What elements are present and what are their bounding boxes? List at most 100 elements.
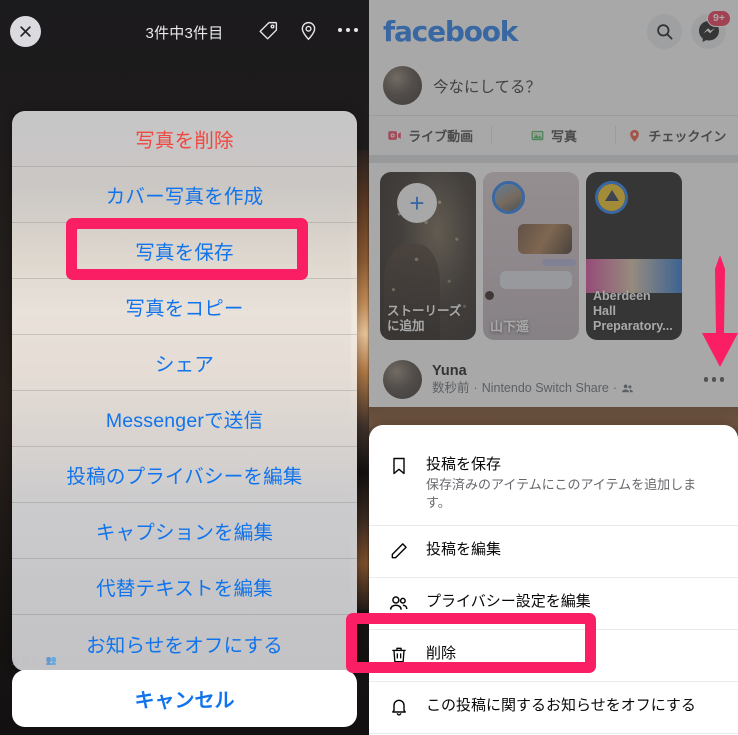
story-chat-avatar [485, 291, 494, 300]
story-chat-bubble [500, 271, 572, 289]
sheet-item-title: 投稿を編集 [426, 541, 502, 558]
feed-divider [369, 155, 738, 163]
screenshot-root: 3件中3件目 写真を削除 カバー写真を作成 写真を保存 写真をコピー シェア M… [0, 0, 738, 735]
action-sheet: 写真を削除 カバー写真を作成 写真を保存 写真をコピー シェア Messenge… [12, 111, 357, 671]
stories-carousel: + ストーリーズに追加 山下遥 Aberdeen Hall Preparator… [369, 163, 738, 351]
story-card[interactable]: 山下遥 [483, 172, 579, 340]
story-label: ストーリーズに追加 [387, 304, 462, 333]
composer-live-video-button[interactable]: ライブ動画 [369, 126, 491, 145]
sheet-item-edit-post[interactable]: 投稿を編集 [369, 526, 738, 578]
pencil-icon [387, 540, 410, 561]
arrow-down-icon [702, 255, 738, 367]
cancel-label: キャンセル [134, 690, 235, 712]
action-label: 写真を削除 [135, 130, 234, 152]
action-edit-alt-text[interactable]: 代替テキストを編集 [12, 559, 357, 615]
action-edit-caption[interactable]: キャプションを編集 [12, 503, 357, 559]
sheet-item-edit-privacy[interactable]: プライバシー設定を編集 [369, 578, 738, 630]
location-pin-icon[interactable] [295, 17, 321, 43]
action-label: キャプションを編集 [95, 522, 274, 544]
post-author-block: Yuna 数秒前 · Nintendo Switch Share · [432, 363, 634, 396]
sheet-item-save-post[interactable]: 投稿を保存 保存済みのアイテムにこのアイテムを追加します。 [369, 441, 738, 526]
sheet-item-subtitle: 保存済みのアイテムにこのアイテムを追加します。 [426, 477, 697, 510]
action-save-photo[interactable]: 写真を保存 [12, 223, 357, 279]
composer-placeholder: 今なにしてる？ [433, 78, 542, 96]
add-story-plus-icon: + [397, 183, 437, 223]
story-thumbnail-image [490, 224, 576, 314]
story-author-ring [595, 181, 628, 214]
search-button[interactable] [647, 13, 682, 49]
live-video-icon [388, 131, 401, 140]
action-label: お知らせをオフにする [86, 634, 283, 657]
cancel-button[interactable]: キャンセル [12, 670, 357, 727]
more-dots-icon[interactable] [335, 17, 361, 43]
background-post-meta: 数秒前 👥 [12, 654, 57, 667]
sheet-item-text: 投稿を保存 保存済みのアイテムにこのアイテムを追加します。 [426, 455, 720, 512]
sheet-item-title: 削除 [426, 645, 457, 662]
friends-icon: 👥 [45, 655, 58, 665]
action-label: Messengerで送信 [105, 410, 264, 432]
messenger-badge: 9+ [707, 9, 731, 27]
action-label: 写真をコピー [125, 298, 244, 320]
sheet-item-text: 投稿を編集 [426, 540, 501, 560]
sheet-grabber[interactable] [527, 432, 580, 437]
header-actions: 9+ [647, 9, 731, 49]
tag-icon[interactable] [255, 17, 281, 43]
facebook-header: facebook 9+ [369, 0, 738, 62]
sheet-item-text: 削除 [426, 644, 456, 664]
composer-photo-button[interactable]: 写真 [491, 126, 614, 145]
action-edit-post-privacy[interactable]: 投稿のプライバシーを編集 [12, 447, 357, 503]
toolbar-icon-group [255, 17, 361, 43]
post-author-name[interactable]: Yuna [432, 363, 634, 380]
post-timestamp: 数秒前 [432, 381, 470, 395]
story-label: Aberdeen Hall Preparatory... [593, 289, 673, 333]
story-chat-bubble [542, 259, 576, 266]
action-label: 代替テキストを編集 [96, 578, 273, 600]
sheet-item-title: プライバシー設定を編集 [426, 593, 591, 610]
action-label: シェア [154, 354, 215, 376]
action-label: 写真を保存 [135, 242, 234, 264]
bell-icon [387, 696, 410, 717]
background-post-time: 数秒前 [12, 656, 41, 666]
meta-separator: · [473, 381, 478, 395]
post-header: Yuna 数秒前 · Nintendo Switch Share · [369, 351, 738, 407]
meta-separator: · [612, 381, 618, 395]
facebook-feed-panel: facebook 9+ 今なにしてる？ ライブ動画 写真 チェックイン + スト… [369, 0, 738, 735]
story-chat-image [518, 224, 572, 254]
story-thumbnail-image [384, 244, 440, 340]
sheet-item-turn-off-notifications[interactable]: この投稿に関するお知らせをオフにする [369, 682, 738, 734]
trash-icon [387, 644, 410, 665]
story-author-ring [492, 181, 525, 214]
composer-button-label: チェックイン [648, 129, 727, 144]
sheet-item-title: 投稿を保存 [426, 456, 502, 473]
photo-viewer-panel: 3件中3件目 写真を削除 カバー写真を作成 写真を保存 写真をコピー シェア M… [0, 0, 369, 735]
location-pin-icon [630, 129, 640, 142]
action-turn-off-notifications[interactable]: お知らせをオフにする [12, 615, 357, 671]
story-card[interactable]: Aberdeen Hall Preparatory... [586, 172, 682, 340]
avatar [383, 66, 422, 105]
photo-icon [531, 130, 544, 141]
story-label: 山下遥 [490, 319, 530, 334]
sheet-item-text: この投稿に関するお知らせをオフにする [426, 696, 696, 716]
composer-checkin-button[interactable]: チェックイン [614, 126, 738, 145]
sheet-item-title: この投稿に関するお知らせをオフにする [426, 697, 696, 714]
action-label: 投稿のプライバシーを編集 [66, 466, 303, 488]
action-share[interactable]: シェア [12, 335, 357, 391]
avatar[interactable] [383, 360, 422, 399]
action-make-cover-photo[interactable]: カバー写真を作成 [12, 167, 357, 223]
action-send-messenger[interactable]: Messengerで送信 [12, 391, 357, 447]
post-metadata: 数秒前 · Nintendo Switch Share · [432, 380, 634, 396]
action-delete-photo[interactable]: 写真を削除 [12, 111, 357, 167]
story-card-add[interactable]: + ストーリーズに追加 [380, 172, 476, 340]
action-label: カバー写真を作成 [105, 186, 264, 208]
composer-action-row: ライブ動画 写真 チェックイン [369, 115, 738, 155]
facebook-logo: facebook [383, 14, 518, 48]
messenger-button[interactable]: 9+ [691, 9, 731, 49]
sheet-item-delete[interactable]: 削除 [369, 630, 738, 682]
composer-button-label: 写真 [550, 129, 577, 144]
photo-viewer-toolbar: 3件中3件目 [0, 0, 369, 66]
post-source: Nintendo Switch Share [481, 381, 609, 395]
status-composer[interactable]: 今なにしてる？ [369, 62, 738, 115]
friends-icon [387, 592, 410, 614]
action-copy-photo[interactable]: 写真をコピー [12, 279, 357, 335]
sheet-item-text: プライバシー設定を編集 [426, 592, 591, 612]
